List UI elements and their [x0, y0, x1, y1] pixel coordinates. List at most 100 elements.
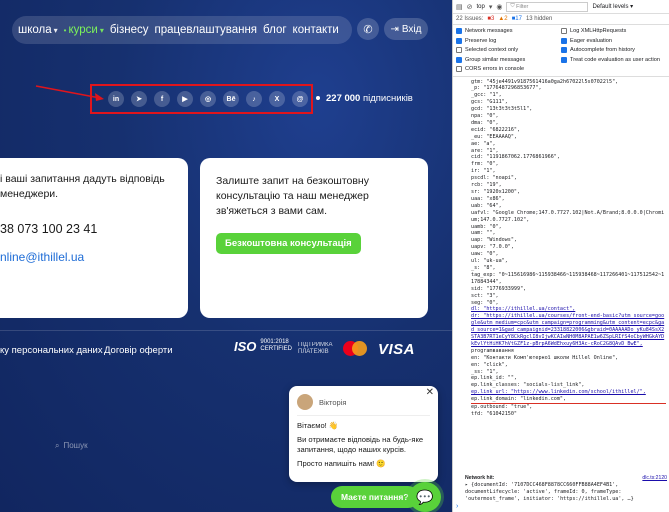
error-icon: ■3: [487, 16, 495, 22]
consultation-card: Залиште запит на безкоштовну консультаці…: [200, 158, 428, 318]
checkbox-icon: [456, 66, 462, 73]
console-line: programвавання: [471, 347, 514, 354]
visa-logo: VISA: [378, 341, 416, 358]
checkbox-icon: [561, 37, 567, 44]
console-line: uamb: "0",: [471, 223, 502, 230]
setting-label: Selected context only: [465, 47, 519, 54]
privacy-link[interactable]: ку персональних даних: [0, 345, 103, 356]
console-setting-checkbox[interactable]: Eager evaluation: [561, 37, 666, 46]
console-line: uapv: "7.0.0",: [471, 244, 514, 251]
setting-label: Preserve log: [465, 37, 497, 44]
youtube-icon[interactable]: ▶: [177, 91, 193, 107]
console-line: cid: "1191867062.1776861966",: [471, 154, 560, 161]
chat-agent-name: Вікторія: [319, 397, 347, 407]
checkbox-icon: [456, 37, 462, 44]
instagram-icon[interactable]: ◎: [200, 91, 216, 107]
console-setting-checkbox[interactable]: CORS errors in console: [456, 65, 561, 74]
console-line: gcs: "G111",: [471, 99, 508, 106]
website-viewport: школа ▾ • курси ▾ бізнесу працевлаштування …: [0, 0, 452, 512]
console-prompt[interactable]: ›: [456, 503, 458, 510]
clear-console-icon[interactable]: ⊘: [467, 3, 473, 11]
offer-link[interactable]: Договір оферти: [104, 345, 173, 356]
footer-divider: [0, 330, 452, 331]
contact-card-text: і ваші запитання дадуть відповідь менедж…: [0, 173, 165, 200]
behance-icon[interactable]: Bē: [223, 91, 239, 107]
network-hit-object[interactable]: ▸ {documentId: '7107DCC468F8878CC660FFB8…: [465, 482, 667, 503]
console-line: ae: "a",: [471, 140, 496, 147]
filter-input[interactable]: ⛉ Filter: [506, 1, 589, 12]
tiktok-icon[interactable]: ♪: [246, 91, 262, 107]
chat-popup: ✕ Вікторія Вітаємо! 👋 Ви отримаєте відпо…: [289, 386, 438, 482]
network-hit-entry[interactable]: dlc.ts:2120 Network hit: ▸ {documentId: …: [453, 474, 669, 503]
console-setting-checkbox[interactable]: Group similar messages: [456, 56, 561, 65]
contact-card: і ваші запитання дадуть відповідь менедж…: [0, 158, 188, 318]
console-line: ep.link_url: "https://www.linkedin.com/s…: [471, 389, 646, 396]
mastercard-logo: [343, 341, 367, 357]
setting-label: Log XMLHttpRequests: [570, 28, 627, 35]
console-setting-checkbox[interactable]: Autocomplete from history: [561, 46, 666, 55]
facebook-icon[interactable]: f: [154, 91, 170, 107]
console-setting-checkbox[interactable]: Selected context only: [456, 46, 561, 55]
log-levels-select[interactable]: Default levels ▾: [592, 3, 633, 10]
console-line: rcb: "19",: [471, 182, 502, 189]
console-line: frm: "0",: [471, 161, 499, 168]
console-line: ep.link_domain: "linkedin.com",: [471, 396, 666, 405]
console-line: _ss: "1",: [471, 368, 499, 375]
info-icon: ■17: [511, 16, 522, 22]
sidebar-toggle-icon[interactable]: ▤: [456, 3, 463, 11]
console-settings: Network messages Log XMLHttpRequests Prese…: [453, 25, 669, 77]
source-link[interactable]: dlc.ts:2120: [642, 475, 667, 482]
console-line: sct: "3",: [471, 292, 499, 299]
console-toolbar: ▤ ⊘ top ▾ ◉ ⛉ Filter Default levels ▾: [453, 0, 669, 14]
threads-icon[interactable]: @: [292, 91, 308, 107]
console-line: uaw: "0",: [471, 251, 499, 258]
console-setting-checkbox[interactable]: Preserve log: [456, 37, 561, 46]
console-line: dr: "https://ithillel.ua/courses/front-e…: [471, 313, 665, 347]
console-line: _p: "1776487296853677",: [471, 85, 542, 92]
console-line: ep.outbound: "true",: [471, 404, 533, 411]
checkbox-icon: [456, 47, 462, 54]
console-line: tag_exp: "0~115616986~115938466~11593846…: [471, 271, 665, 285]
social-links: in ➤ f ▶ ◎ Bē ♪ X @: [108, 91, 308, 107]
chat-icon: 💬: [416, 488, 434, 505]
free-consultation-button[interactable]: Безкоштовна консультація: [216, 233, 361, 254]
console-line: en: "Контакти Комп'ютерної школи Hillel …: [471, 354, 619, 361]
console-line: sr: "1920x1200",: [471, 189, 521, 195]
checkbox-icon: [456, 28, 462, 35]
ask-question-button[interactable]: Маєте питання?: [331, 486, 419, 508]
console-line: ul: "uk-ua",: [471, 258, 508, 265]
console-setting-checkbox[interactable]: Log XMLHttpRequests: [561, 27, 666, 36]
checkbox-icon: [561, 56, 567, 63]
contact-phone[interactable]: 38 073 100 23 41: [0, 222, 174, 236]
search-icon: ⌕: [55, 441, 60, 450]
console-line: dl: "https://ithillel.ua/contact",: [471, 306, 576, 313]
linkedin-icon[interactable]: in: [108, 91, 124, 107]
console-line: en: "click",: [471, 361, 508, 368]
subscribers-count: 227 000 підписників: [316, 93, 413, 104]
devtools-console: ▤ ⊘ top ▾ ◉ ⛉ Filter Default levels ▾ 22 …: [452, 0, 669, 512]
eye-icon[interactable]: ◉: [496, 3, 502, 11]
setting-label: Treat code evaluation as user action: [570, 56, 660, 63]
chat-open-button[interactable]: 💬: [409, 482, 441, 512]
telegram-icon[interactable]: ➤: [131, 91, 147, 107]
search-field[interactable]: ⌕ Пошук: [55, 441, 88, 451]
console-line: uaa: "x86",: [471, 195, 505, 202]
console-line: uam: "",: [471, 230, 496, 237]
setting-label: Network messages: [465, 28, 513, 35]
chat-message: Вітаємо! 👋 Ви отримаєте відповідь на буд…: [297, 421, 424, 468]
console-object-dump: gtm: "45je4491v9187561416a0ga2h67022l5s0…: [453, 77, 669, 418]
console-setting-checkbox[interactable]: Treat code evaluation as user action: [561, 56, 666, 65]
checkbox-icon: [561, 47, 567, 54]
avatar: [297, 394, 313, 410]
issues-bar[interactable]: 22 Issues: ■3 ▲2 ■17 13 hidden: [453, 14, 669, 25]
close-icon[interactable]: ✕: [426, 387, 434, 398]
console-setting-checkbox[interactable]: Network messages: [456, 27, 561, 36]
contact-email[interactable]: nline@ithillel.ua: [0, 250, 174, 264]
console-line: uafvl: "Google Chrome;147.0.7727.102|Not…: [471, 209, 665, 223]
iso-badge: ISO 9001:2018 CERTIFIED: [234, 338, 292, 354]
console-line: uap: "Windows",: [471, 237, 518, 244]
checkbox-icon: [456, 56, 462, 63]
console-line: ep.link_id: "",: [471, 375, 518, 382]
x-icon[interactable]: X: [269, 91, 285, 107]
context-select[interactable]: top: [477, 4, 485, 10]
